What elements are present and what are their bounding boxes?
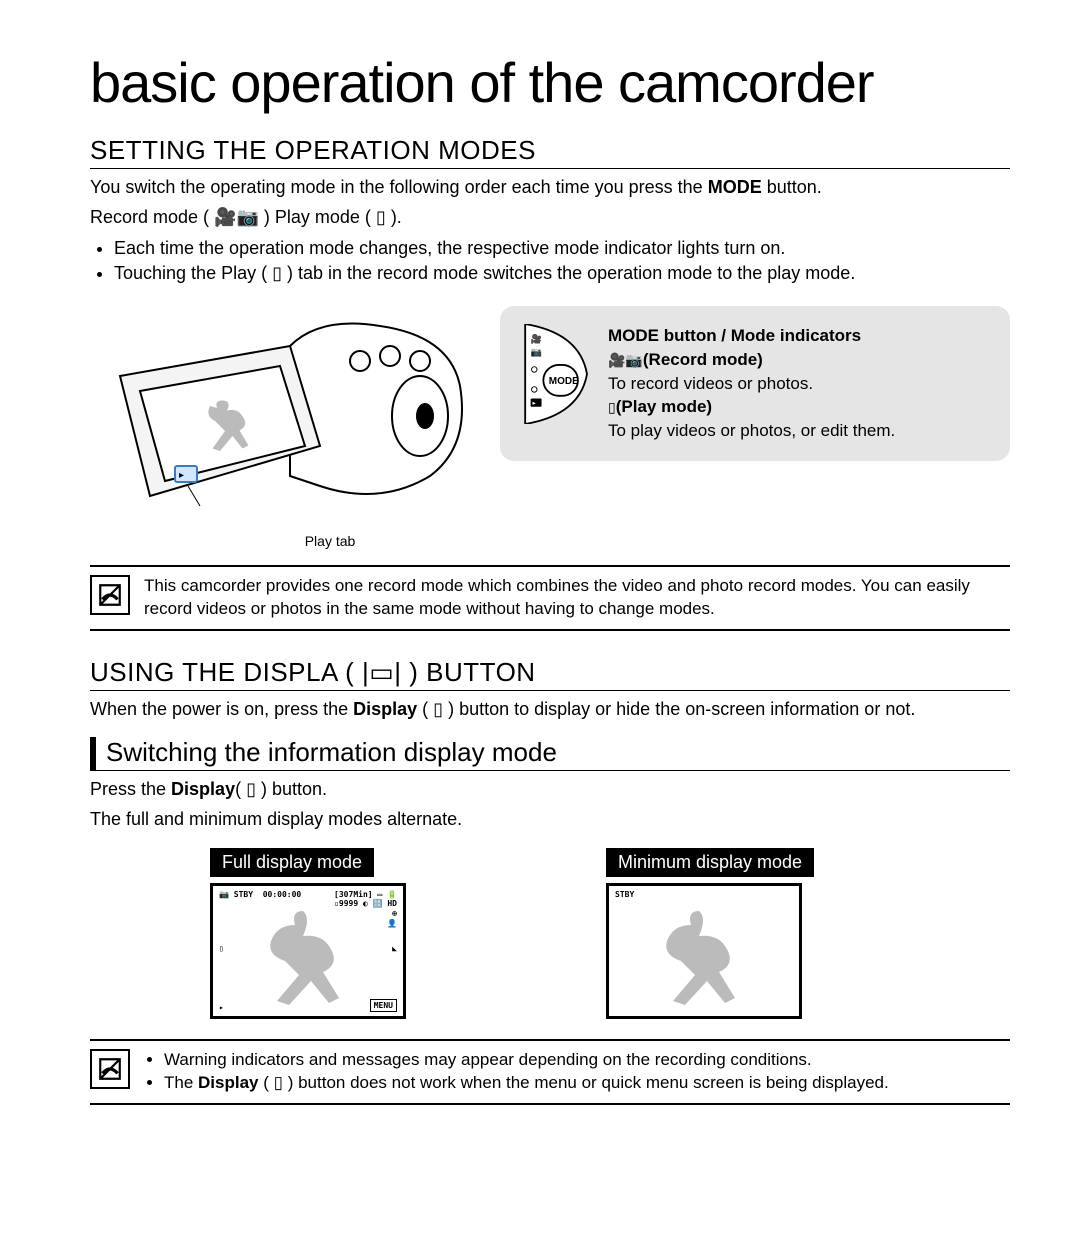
- camcorder-illustration: ▸: [90, 306, 470, 536]
- svg-text:🎥: 🎥: [531, 333, 542, 344]
- text: ( ▯ ) button to display or hide the on-s…: [417, 699, 915, 719]
- svg-text:▸: ▸: [179, 470, 184, 481]
- section-heading-display: USING THE DISPLA ( |▭| ) BUTTON: [90, 657, 1010, 691]
- text: Press the: [90, 779, 171, 799]
- alternate-text: The full and minimum display modes alter…: [90, 807, 1010, 831]
- display-intro: When the power is on, press the Display …: [90, 697, 1010, 721]
- note-bullet: The Display ( ▯ ) button does not work w…: [164, 1072, 889, 1095]
- osd-menu: MENU: [370, 999, 397, 1012]
- text: ) BUTTON: [402, 657, 536, 687]
- osd-mid-right: ◣: [392, 944, 397, 953]
- mode-info-box: 🎥 📷 MODE ▸ MODE button / Mode indicators…: [500, 306, 1010, 461]
- skater-graphic: [659, 906, 749, 1011]
- press-display: Press the Display( ▯ ) button.: [90, 777, 1010, 801]
- bullet: Touching the Play ( ▯ ) tab in the recor…: [114, 261, 1010, 286]
- note-text: This camcorder provides one record mode …: [144, 575, 1010, 621]
- note-box-1: This camcorder provides one record mode …: [90, 565, 1010, 631]
- text: button.: [762, 177, 822, 197]
- osd-top-left: 📷 STBY 00:00:00: [219, 890, 301, 899]
- display-icon: |▭|: [362, 657, 402, 687]
- camcorder-figure: ▸ Play tab: [90, 306, 470, 549]
- display-bold: Display: [198, 1073, 258, 1092]
- svg-text:📷: 📷: [531, 347, 542, 357]
- osd-top-right: [307Min] ▭ 🔋▫9999 ◐ 🔠 HD⊕👤: [334, 890, 397, 928]
- svg-text:▸: ▸: [532, 400, 535, 407]
- play-mode-label: (Play mode): [616, 397, 712, 416]
- note-bullets: Warning indicators and messages may appe…: [144, 1049, 889, 1095]
- osd-mid-left: ▯: [219, 944, 224, 953]
- record-mode-label: (Record mode): [643, 350, 763, 369]
- full-display-column: Full display mode 📷 STBY 00:00:00 [307Mi…: [210, 848, 406, 1019]
- greybox-title: MODE button / Mode indicators: [608, 324, 895, 348]
- modes-bullets: Each time the operation mode changes, th…: [90, 236, 1010, 286]
- text: You switch the operating mode in the fol…: [90, 177, 708, 197]
- note-icon: [90, 1049, 130, 1089]
- bullet: Each time the operation mode changes, th…: [114, 236, 1010, 261]
- full-display-screen: 📷 STBY 00:00:00 [307Min] ▭ 🔋▫9999 ◐ 🔠 HD…: [210, 883, 406, 1019]
- minimum-display-label: Minimum display mode: [606, 848, 814, 877]
- mode-bold: MODE: [708, 177, 762, 197]
- mode-button-illustration: 🎥 📷 MODE ▸: [522, 324, 592, 424]
- sub-heading-switching: Switching the information display mode: [90, 737, 1010, 771]
- note-box-2: Warning indicators and messages may appe…: [90, 1039, 1010, 1105]
- text: When the power is on, press the: [90, 699, 353, 719]
- text: ( ▯ ) button.: [235, 779, 327, 799]
- note-icon: [90, 575, 130, 615]
- full-display-label: Full display mode: [210, 848, 374, 877]
- modes-intro-1: You switch the operating mode in the fol…: [90, 175, 1010, 199]
- text: USING THE DISPLA (: [90, 657, 362, 687]
- record-mode-icon: 🎥📷: [608, 352, 643, 368]
- record-mode-desc: To record videos or photos.: [608, 372, 895, 396]
- display-bold: Display: [171, 779, 235, 799]
- note-bullet: Warning indicators and messages may appe…: [164, 1049, 889, 1072]
- osd-bottom-left: ▸: [219, 1003, 224, 1012]
- section-heading-modes: SETTING THE OPERATION MODES: [90, 135, 1010, 169]
- svg-text:MODE: MODE: [549, 376, 579, 387]
- play-mode-desc: To play videos or photos, or edit them.: [608, 419, 895, 443]
- minimum-display-column: Minimum display mode STBY: [606, 848, 814, 1019]
- modes-intro-2: Record mode ( 🎥📷 ) Play mode ( ▯ ).: [90, 205, 1010, 229]
- page-title: basic operation of the camcorder: [90, 50, 1010, 115]
- minimum-display-screen: STBY: [606, 883, 802, 1019]
- play-mode-icon: ▯: [608, 399, 616, 415]
- osd-top-left-min: STBY: [615, 890, 634, 899]
- display-bold: Display: [353, 699, 417, 719]
